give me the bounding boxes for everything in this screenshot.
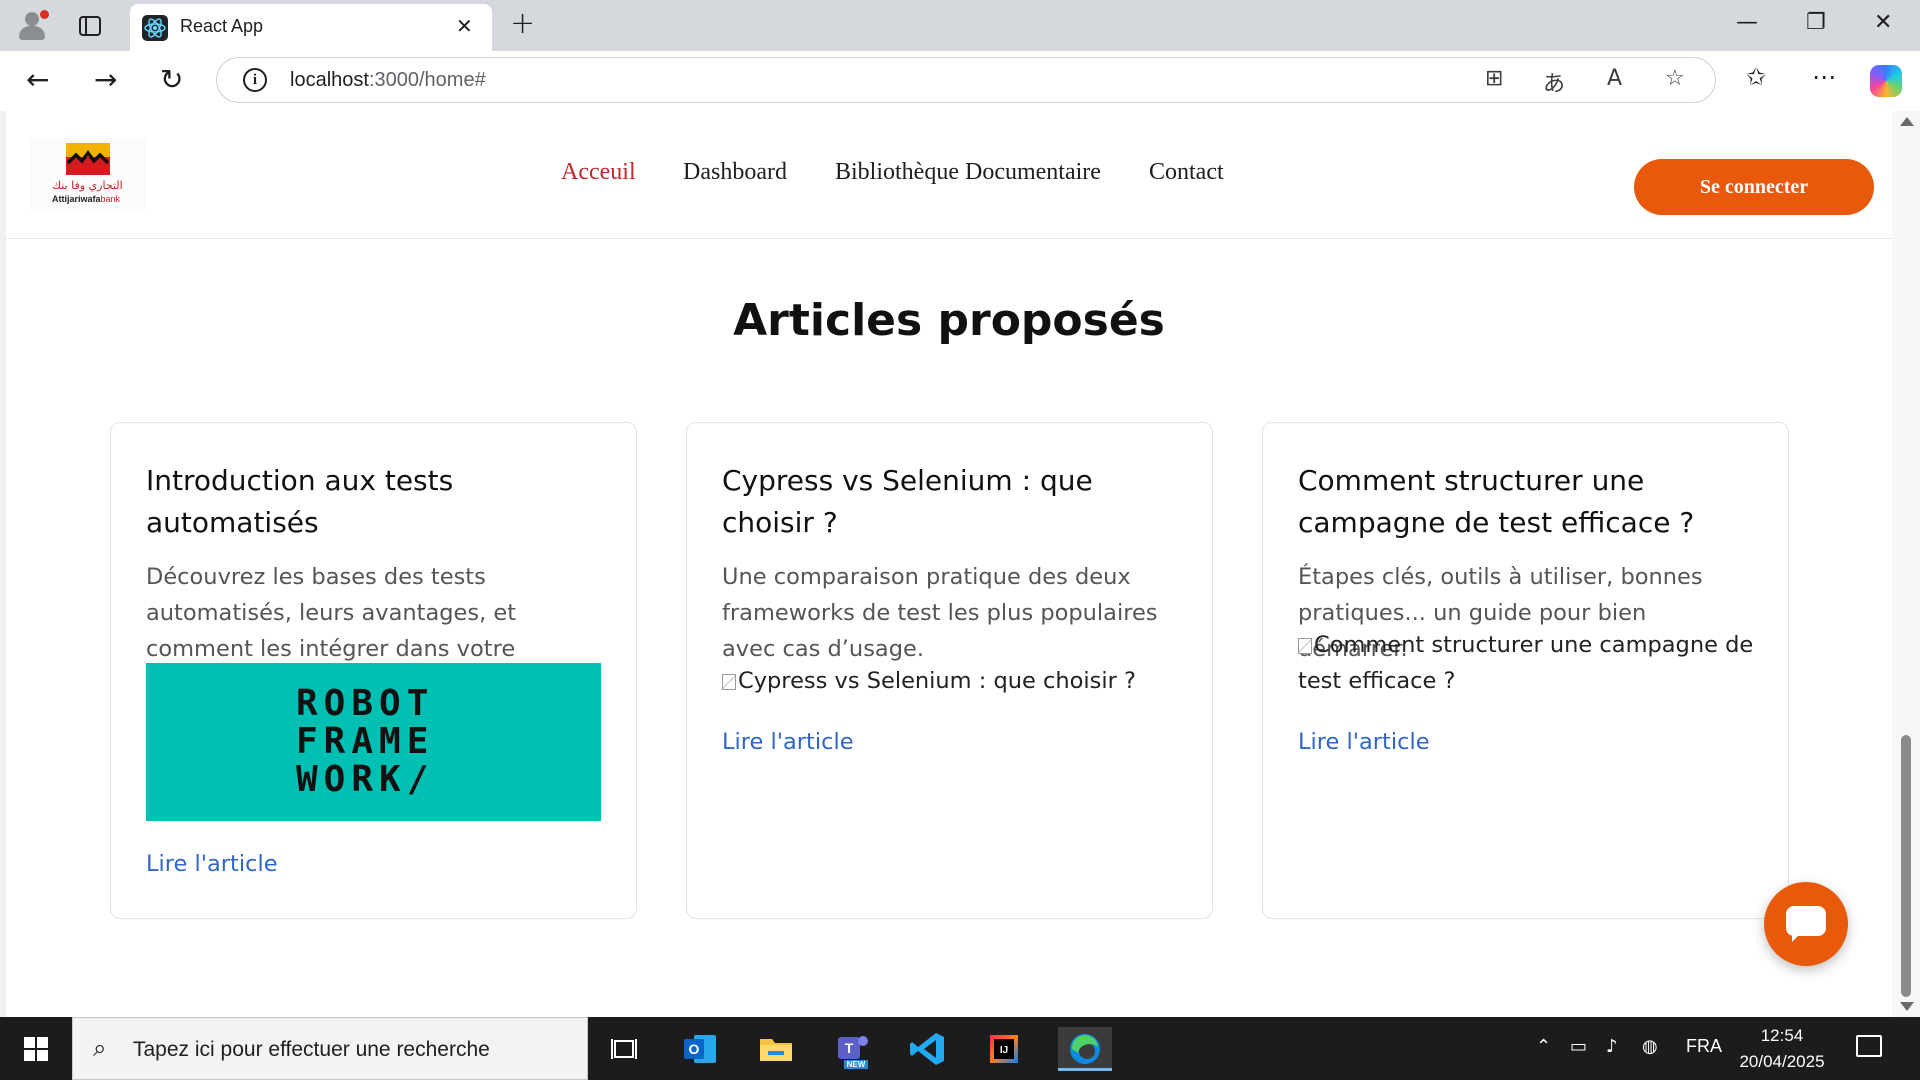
copilot-icon[interactable] — [1870, 65, 1902, 97]
search-placeholder: Tapez ici pour effectuer une recherche — [133, 1038, 490, 1061]
refresh-icon[interactable]: ↻ — [160, 63, 183, 96]
react-icon — [142, 15, 168, 41]
tab-title: React App — [180, 16, 264, 36]
article-card: Introduction aux tests automatisés Décou… — [110, 422, 637, 919]
file-explorer-icon[interactable] — [754, 1027, 798, 1071]
edge-icon[interactable] — [1058, 1027, 1112, 1071]
read-article-link[interactable]: Lire l'article — [146, 851, 278, 877]
image-alt-text: Comment structurer une campagne de test … — [1298, 632, 1754, 694]
read-aloud-icon[interactable]: A — [1607, 66, 1622, 91]
svg-text:O: O — [689, 1041, 700, 1057]
tray-overflow-icon[interactable]: ⌃ — [1536, 1036, 1551, 1057]
article-title: Comment structurer une campagne de test … — [1298, 464, 1695, 539]
broken-image-icon — [722, 674, 736, 690]
browser-tab[interactable]: React App ✕ — [130, 4, 492, 51]
site-info-icon[interactable]: i — [243, 68, 267, 92]
notification-center-icon[interactable] — [1856, 1035, 1882, 1057]
broken-image-icon — [1298, 638, 1312, 654]
network-globe-icon[interactable]: ◍ — [1642, 1036, 1658, 1057]
article-card: Cypress vs Selenium : que choisir ? Une … — [686, 422, 1213, 919]
nav-contact[interactable]: Contact — [1149, 159, 1224, 186]
scroll-down-icon[interactable] — [1900, 1002, 1914, 1011]
logo-arabic-text: التجاري وفا بنك — [52, 179, 123, 192]
logo-brand-text: Attijariwafabank — [52, 194, 121, 204]
task-view-icon[interactable] — [602, 1027, 646, 1071]
robot-framework-image: ROBOT FRAME WORK/ — [146, 663, 601, 821]
volume-icon[interactable]: ♪ — [1606, 1036, 1618, 1057]
new-tab-icon[interactable]: + — [510, 6, 535, 41]
translate-icon[interactable]: あ — [1543, 66, 1565, 98]
article-title: Cypress vs Selenium : que choisir ? — [722, 464, 1093, 539]
logo-mark-icon — [66, 143, 110, 175]
profile-avatar-icon[interactable] — [16, 8, 52, 44]
clock-date: 20/04/2025 — [1739, 1052, 1825, 1071]
app-available-icon[interactable]: ⊞ — [1485, 66, 1503, 91]
search-icon: ⌕ — [93, 1034, 107, 1062]
close-window-icon[interactable]: ✕ — [1874, 10, 1892, 35]
image-alt-text: Cypress vs Selenium : que choisir ? — [738, 668, 1136, 694]
scrollbar-thumb[interactable] — [1901, 735, 1911, 997]
tab-actions-icon[interactable] — [79, 16, 101, 36]
article-card: Comment structurer une campagne de test … — [1262, 422, 1789, 919]
clock-time: 12:54 — [1760, 1026, 1804, 1045]
site-header: التجاري وفا بنك Attijariwafabank Acceuil… — [6, 111, 1892, 239]
windows-start-icon[interactable] — [24, 1037, 48, 1061]
battery-icon[interactable]: ▭ — [1570, 1036, 1587, 1057]
forward-icon[interactable]: → — [94, 63, 117, 96]
intellij-icon[interactable]: IJ — [982, 1027, 1026, 1071]
favorites-icon[interactable]: ✩ — [1746, 63, 1766, 91]
taskbar-search[interactable]: ⌕ Tapez ici pour effectuer une recherche — [72, 1017, 588, 1080]
article-description: Une comparaison pratique des deux framew… — [722, 564, 1158, 662]
url-text[interactable]: localhost:3000/home# — [290, 69, 486, 92]
address-bar[interactable]: i localhost:3000/home# ⊞ あ A ☆ — [216, 57, 1716, 103]
read-article-link[interactable]: Lire l'article — [722, 729, 854, 755]
taskbar-clock[interactable]: 12:54 20/04/2025 — [1730, 1023, 1834, 1075]
article-title: Introduction aux tests automatisés — [146, 464, 454, 539]
minimize-icon[interactable]: — — [1736, 10, 1758, 35]
more-options-icon[interactable]: ⋯ — [1812, 63, 1836, 91]
page-scrollbar[interactable] — [1892, 111, 1920, 1017]
close-tab-icon[interactable]: ✕ — [456, 14, 473, 38]
svg-text:IJ: IJ — [1000, 1045, 1008, 1056]
nav-bibliotheque-documentaire[interactable]: Bibliothèque Documentaire — [835, 159, 1101, 186]
section-title: Articles proposés — [733, 295, 1165, 346]
outlook-icon[interactable]: O — [678, 1027, 722, 1071]
favorite-star-icon[interactable]: ☆ — [1665, 66, 1685, 91]
page-viewport: التجاري وفا بنك Attijariwafabank Acceuil… — [0, 111, 1920, 1017]
restore-icon[interactable]: ❐ — [1806, 10, 1826, 35]
login-button[interactable]: Se connecter — [1634, 159, 1874, 215]
svg-text:T: T — [845, 1040, 854, 1056]
chat-button[interactable] — [1764, 882, 1848, 966]
broken-image: Cypress vs Selenium : que choisir ? — [722, 663, 1182, 699]
browser-toolbar: ← → ↻ i localhost:3000/home# ⊞ あ A ☆ ✩ ⋯ — [0, 51, 1920, 111]
read-article-link[interactable]: Lire l'article — [1298, 729, 1430, 755]
vscode-icon[interactable] — [906, 1027, 950, 1071]
scroll-up-icon[interactable] — [1900, 117, 1914, 126]
windows-taskbar: ⌕ Tapez ici pour effectuer une recherche… — [0, 1017, 1920, 1080]
nav-acceuil[interactable]: Acceuil — [561, 159, 636, 186]
teams-new-badge: NEW — [847, 1060, 866, 1069]
back-icon[interactable]: ← — [26, 63, 49, 96]
language-indicator[interactable]: FRA — [1686, 1036, 1722, 1057]
teams-icon[interactable]: T NEW — [830, 1027, 874, 1071]
browser-tab-bar: React App ✕ + — ❐ ✕ — [0, 0, 1920, 51]
broken-image: Comment structurer une campagne de test … — [1298, 627, 1758, 699]
attijariwafa-logo[interactable]: التجاري وفا بنك Attijariwafabank — [30, 139, 146, 211]
robot-framework-logo-text: ROBOT FRAME WORK/ — [296, 683, 435, 800]
nav-dashboard[interactable]: Dashboard — [683, 159, 787, 186]
